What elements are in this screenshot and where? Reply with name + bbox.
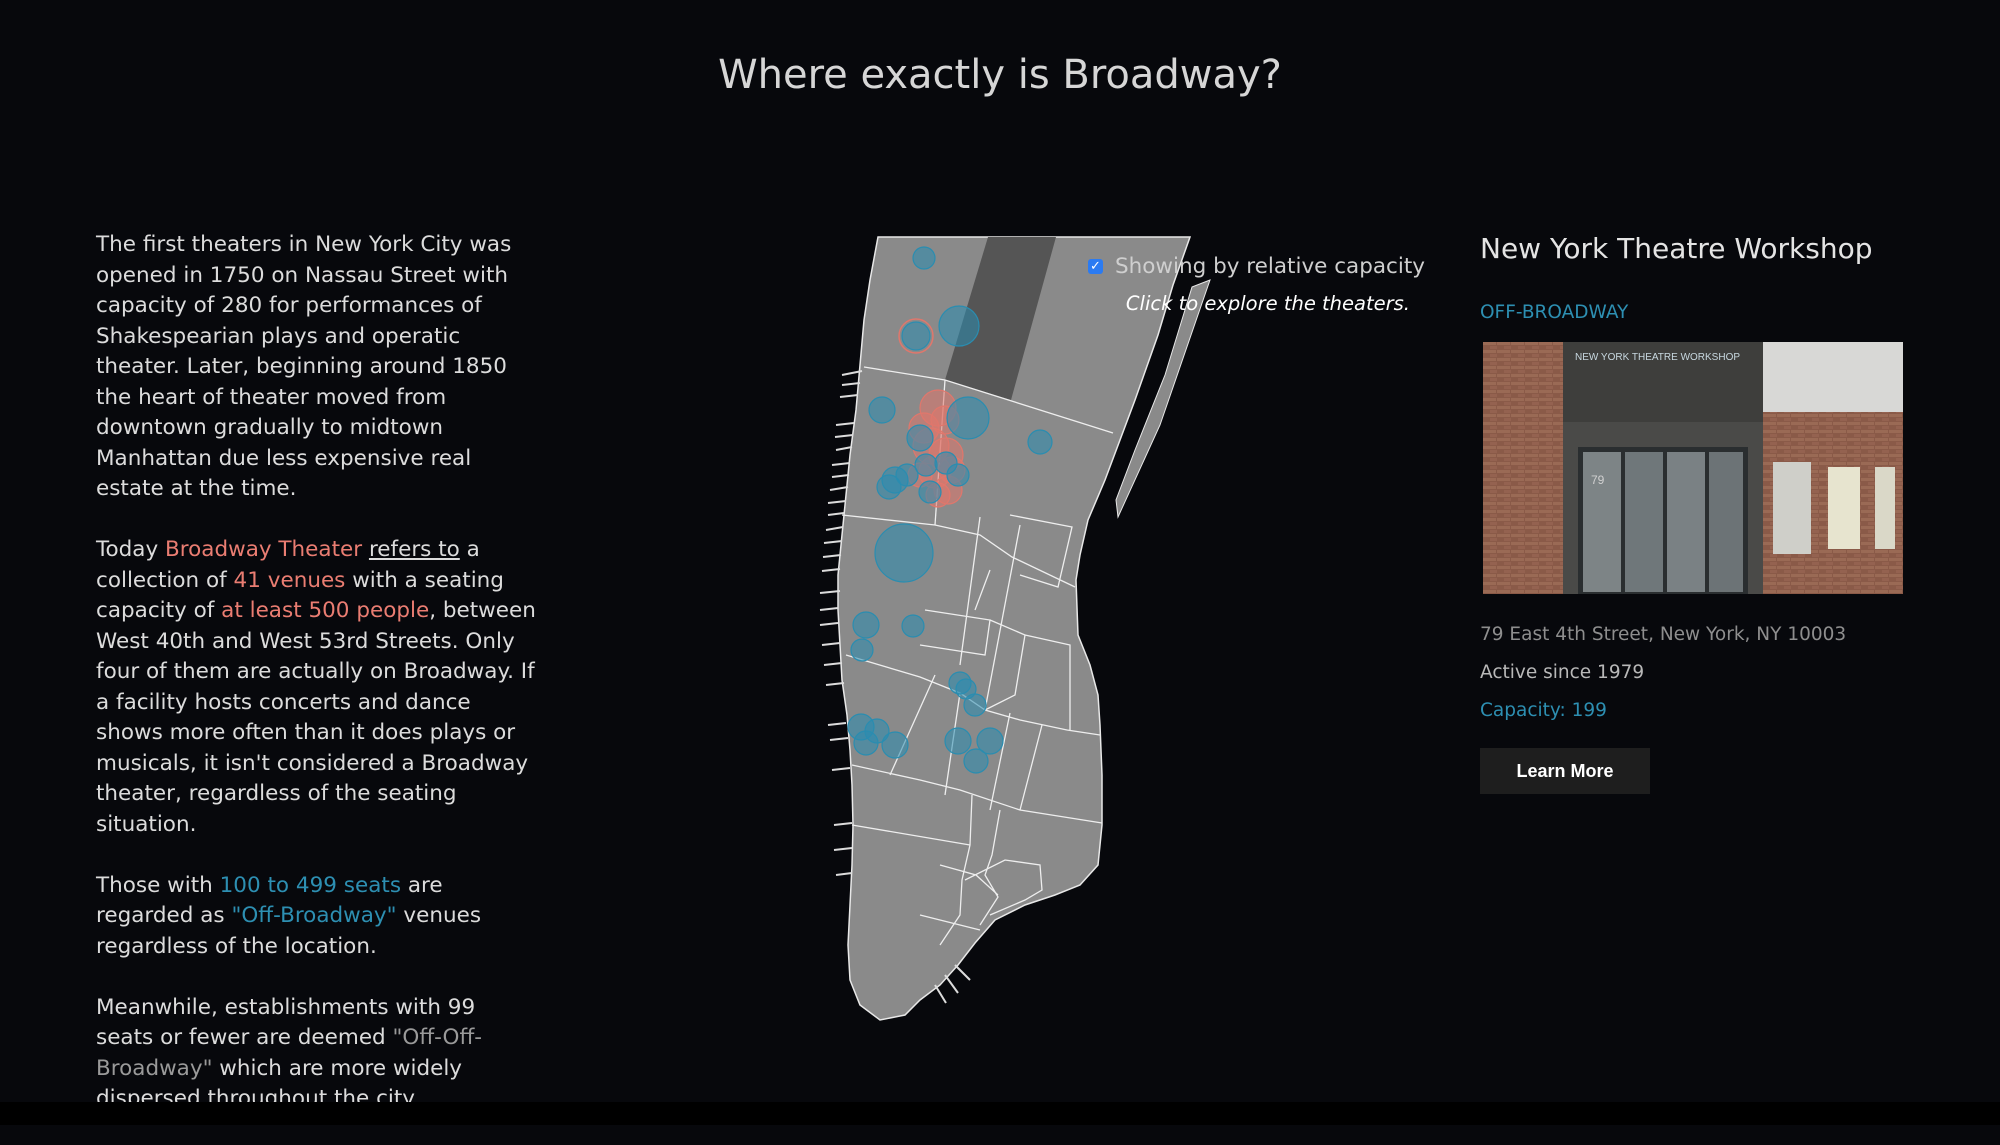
capacity-highlight: at least 500 people [221, 598, 430, 623]
manhattan-map[interactable] [780, 225, 1250, 1045]
off-broadway-theater-bubble[interactable] [906, 424, 934, 452]
off-broadway-theater-bubble[interactable] [868, 396, 896, 424]
intro-text: The first theaters in New York City was … [96, 230, 538, 1145]
page-title: Where exactly is Broadway? [718, 52, 1282, 98]
off-broadway-theater-bubble[interactable] [881, 731, 909, 759]
theater-detail-panel: New York Theatre Workshop OFF-BROADWAY N… [1480, 232, 1940, 794]
off-broadway-theater-bubble[interactable] [946, 463, 970, 487]
photo-number: 79 [1591, 473, 1605, 487]
intro-paragraph-off-off-broadway: Meanwhile, establishments with 99 seats … [96, 993, 538, 1115]
text: Today [96, 537, 166, 562]
broadway-theater-highlight: Broadway Theater [165, 537, 363, 562]
text [362, 537, 369, 562]
venues-highlight: 41 venues [233, 567, 346, 593]
manhattan-map-svg[interactable] [780, 225, 1250, 1045]
off-broadway-theater-bubble[interactable] [963, 693, 987, 717]
intro-paragraph-history: The first theaters in New York City was … [96, 232, 512, 501]
off-broadway-theater-bubble[interactable] [963, 748, 989, 774]
theater-capacity: Capacity: 199 [1480, 700, 1607, 721]
off-broadway-theater-bubble[interactable] [1027, 429, 1053, 455]
theater-name: New York Theatre Workshop [1480, 232, 1873, 265]
footer-bar [0, 1102, 2000, 1125]
off-broadway-theater-bubble[interactable] [912, 246, 936, 270]
capacity-toggle[interactable]: ✓ Showing by relative capacity [1088, 254, 1425, 279]
off-broadway-theater-bubble[interactable] [853, 730, 879, 756]
learn-more-button[interactable]: Learn More [1480, 748, 1650, 794]
seats-highlight: 100 to 499 seats [219, 872, 402, 898]
photo-sign: NEW YORK THEATRE WORKSHOP [1575, 352, 1740, 363]
off-broadway-theater-bubble[interactable] [852, 611, 880, 639]
off-broadway-theater-bubble[interactable] [901, 614, 925, 638]
theater-photo-image: NEW YORK THEATRE WORKSHOP 79 [1483, 342, 1903, 594]
checkbox-checked-icon[interactable]: ✓ [1088, 259, 1103, 274]
off-broadway-theater-bubble[interactable] [895, 463, 919, 487]
text: Those with [96, 872, 220, 898]
off-broadway-theater-bubble[interactable] [944, 727, 972, 755]
theater-photo: NEW YORK THEATRE WORKSHOP 79 [1483, 342, 1903, 594]
theater-type-badge: OFF-BROADWAY [1480, 302, 1629, 323]
map-hint: Click to explore the theaters. [1125, 292, 1410, 315]
theater-address: 79 East 4th Street, New York, NY 10003 [1480, 624, 1847, 645]
off-broadway-theater-bubble[interactable] [918, 480, 942, 504]
intro-paragraph-off-broadway: Those with 100 to 499 seats are regarded… [96, 871, 538, 963]
refers-to-link[interactable]: refers to [369, 537, 460, 562]
text: , between West 40th and West 53rd Street… [96, 598, 536, 837]
off-broadway-theater-bubble[interactable] [946, 396, 990, 440]
capacity-toggle-label: Showing by relative capacity [1115, 254, 1425, 279]
intro-paragraph-broadway: Today Broadway Theater refers to a colle… [96, 535, 538, 840]
off-broadway-theater-bubble[interactable] [901, 321, 931, 351]
off-broadway-theater-bubble[interactable] [938, 305, 980, 347]
off-broadway-theater-bubble[interactable] [874, 523, 934, 583]
theater-active-since: Active since 1979 [1480, 662, 1645, 683]
off-broadway-theater-bubble[interactable] [850, 638, 874, 662]
off-broadway-highlight: "Off-Broadway" [231, 903, 397, 928]
